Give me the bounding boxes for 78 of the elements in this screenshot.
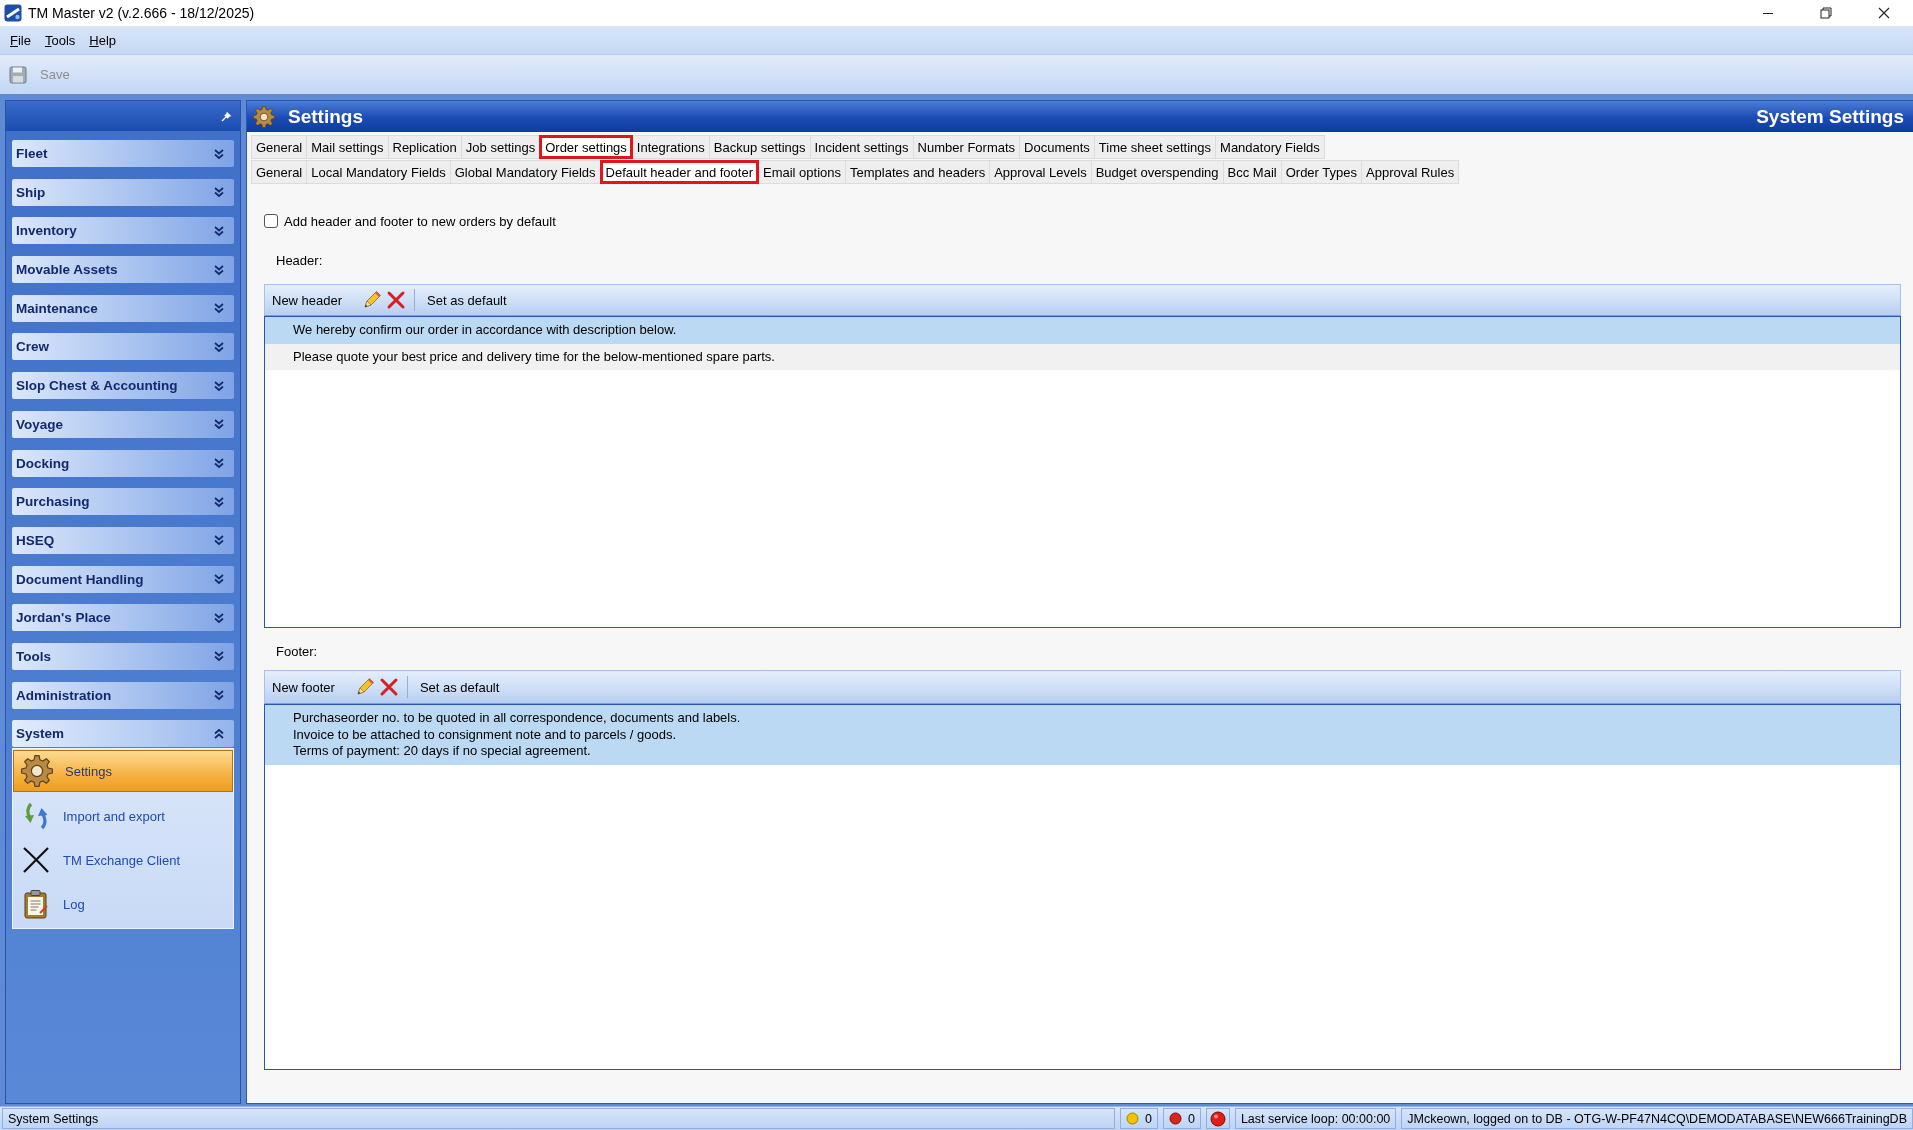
- new-footer-button[interactable]: New footer: [268, 676, 339, 698]
- sidebar-item[interactable]: TM Exchange Client: [13, 838, 233, 883]
- pin-icon[interactable]: [221, 110, 233, 122]
- error-count: 0: [1187, 1111, 1195, 1126]
- pencil-icon[interactable]: [362, 290, 383, 310]
- context-title: System Settings: [1756, 105, 1904, 128]
- sidebar-group-header[interactable]: Purchasing: [12, 488, 234, 516]
- menu-item[interactable]: Help: [82, 30, 124, 50]
- subtab[interactable]: Approval Rules: [1361, 160, 1460, 184]
- app-logo-icon: [4, 4, 22, 22]
- sidebar-group-header[interactable]: Fleet: [12, 140, 234, 167]
- pencil-icon[interactable]: [354, 677, 375, 697]
- sidebar-group-header[interactable]: Maintenance: [12, 294, 234, 322]
- status-dot-icon: [1126, 1112, 1139, 1125]
- sidebar-item[interactable]: Settings: [13, 750, 233, 793]
- sidebar-group-header[interactable]: Tools: [12, 642, 234, 670]
- cross-icon[interactable]: [386, 290, 407, 310]
- subtab[interactable]: Default header and footer: [599, 160, 759, 184]
- tab[interactable]: Replication: [387, 135, 462, 159]
- section-label: Header:: [276, 253, 323, 269]
- sidebar-group-header[interactable]: Administration: [12, 681, 234, 709]
- list-row[interactable]: Please quote your best price and delivery time for the below-mentioned spare parts.: [265, 343, 1900, 370]
- menu-item[interactable]: Tools: [37, 30, 83, 50]
- sidebar-group-header[interactable]: Crew: [12, 333, 234, 361]
- tab[interactable]: General: [251, 135, 308, 159]
- subtab[interactable]: General: [251, 160, 308, 184]
- tab[interactable]: Mandatory Fields: [1215, 135, 1325, 159]
- gear-icon: [21, 755, 53, 788]
- tab[interactable]: Integrations: [631, 135, 710, 159]
- sidebar-group-header[interactable]: Document Handling: [12, 565, 234, 593]
- sidebar-item[interactable]: Import and export: [13, 794, 233, 839]
- subtab[interactable]: Global Mandatory Fields: [449, 160, 601, 184]
- status-dot-icon: [1168, 1112, 1182, 1125]
- clipboard-icon: [21, 889, 51, 920]
- tab[interactable]: Time sheet settings: [1093, 135, 1217, 159]
- sidebar-group-header[interactable]: Slop Chest & Accounting: [12, 372, 234, 400]
- checkbox-label: Add header and footer to new orders by default: [284, 213, 556, 229]
- list-row[interactable]: Purchaseorder no. to be quoted in all correspondence, documents and labels. Invoice to be attached to consignment note and to parcels / goods. Terms of payment: 20 days if no special agreement.: [265, 705, 1900, 765]
- sidebar-group-header[interactable]: Inventory: [12, 217, 234, 245]
- restore-icon[interactable]: [1820, 7, 1832, 19]
- close-icon[interactable]: [1878, 7, 1890, 19]
- subtab[interactable]: Order Types: [1280, 160, 1362, 184]
- tab[interactable]: Number Formats: [912, 135, 1021, 159]
- new-header-button[interactable]: New header: [268, 289, 347, 311]
- window-title: TM Master v2 (v.2.666 - 18/12/2025): [28, 5, 256, 21]
- checkbox[interactable]: [264, 214, 278, 228]
- sidebar-group-header[interactable]: Ship: [12, 178, 234, 206]
- sidebar-group-header[interactable]: System: [12, 720, 234, 748]
- sidebar-group-header[interactable]: HSEQ: [12, 526, 234, 554]
- menu-item[interactable]: File: [3, 30, 38, 50]
- warning-count: 0: [1145, 1111, 1152, 1126]
- subtab[interactable]: Email options: [758, 160, 847, 184]
- tab[interactable]: Job settings: [460, 135, 541, 159]
- section-label: Footer:: [276, 644, 318, 660]
- panel-title: Settings: [288, 105, 364, 128]
- set-default-button[interactable]: Set as default: [415, 676, 504, 698]
- sidebar-group-header[interactable]: Jordan's Place: [12, 604, 234, 632]
- subtab[interactable]: Budget overspending: [1090, 160, 1224, 184]
- tab[interactable]: Mail settings: [306, 135, 389, 159]
- subtab[interactable]: Bcc Mail: [1222, 160, 1282, 184]
- list-row[interactable]: We hereby confirm our order in accordance with description below.: [265, 317, 1900, 344]
- status-text: System Settings: [2, 1108, 1115, 1129]
- sidebar-group-header[interactable]: Docking: [12, 449, 234, 477]
- service-loop-text: Last service loop: 00:00:00: [1234, 1108, 1397, 1129]
- set-default-button[interactable]: Set as default: [423, 289, 511, 311]
- sidebar-group-header[interactable]: Voyage: [12, 410, 234, 438]
- tab[interactable]: Incident settings: [809, 135, 914, 159]
- tab[interactable]: Order settings: [539, 135, 633, 159]
- tab[interactable]: Documents: [1019, 135, 1095, 159]
- user-info-text: JMckeown, logged on to DB - OTG-W-PF47N4CQ\DEMODATABASE\NEW666TrainingDB: [1401, 1108, 1913, 1129]
- subtab[interactable]: Approval Levels: [989, 160, 1092, 184]
- sidebar-item[interactable]: Log: [13, 882, 233, 927]
- subtab[interactable]: Local Mandatory Fields: [306, 160, 451, 184]
- tab[interactable]: Backup settings: [708, 135, 811, 159]
- sidebar-group-header[interactable]: Movable Assets: [12, 256, 234, 284]
- subtab[interactable]: Templates and headers: [845, 160, 991, 184]
- cross-icon[interactable]: [378, 677, 399, 697]
- gear-icon: [253, 105, 275, 128]
